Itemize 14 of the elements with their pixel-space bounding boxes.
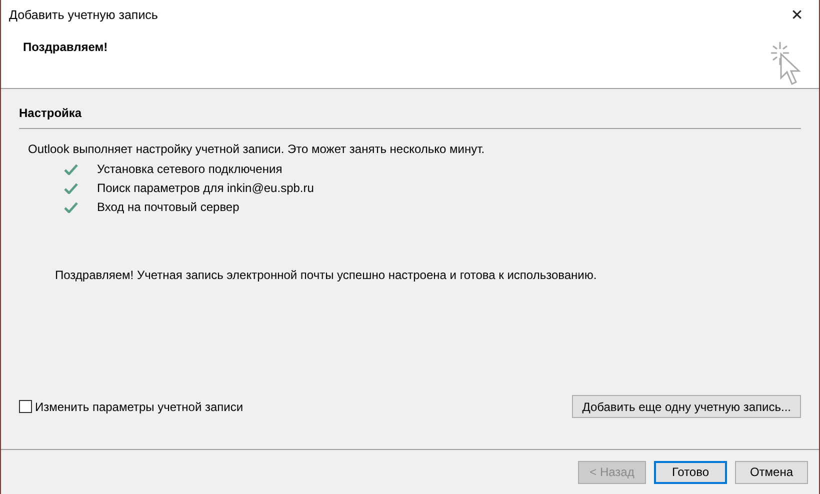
step-label: Вход на почтовый сервер: [97, 200, 240, 214]
success-message: Поздравляем! Учетная запись электронной почты успешно настроена и готова к использованию.: [55, 268, 598, 282]
header-title: Поздравляем!: [23, 40, 108, 56]
dialog-button[interactable]: Отмена: [735, 460, 808, 484]
intro-text: Outlook выполняет настройку учетной записи. Это может занять несколько минут.: [28, 142, 486, 156]
checkbox[interactable]: [19, 400, 32, 413]
step-label: Поиск параметров для inkin@eu.spb.ru: [97, 181, 314, 195]
dialog-button[interactable]: Готово: [654, 460, 727, 484]
add-account-button[interactable]: Добавить еще одну учетную запись...: [572, 395, 801, 418]
close-button[interactable]: ✕: [775, 0, 819, 30]
section-title: Настройка: [19, 106, 83, 122]
window-title: Добавить учетную запись: [9, 8, 158, 22]
step-label: Установка сетевого подключения: [97, 162, 282, 176]
checkbox-label: Изменить параметры учетной записи: [35, 400, 244, 414]
